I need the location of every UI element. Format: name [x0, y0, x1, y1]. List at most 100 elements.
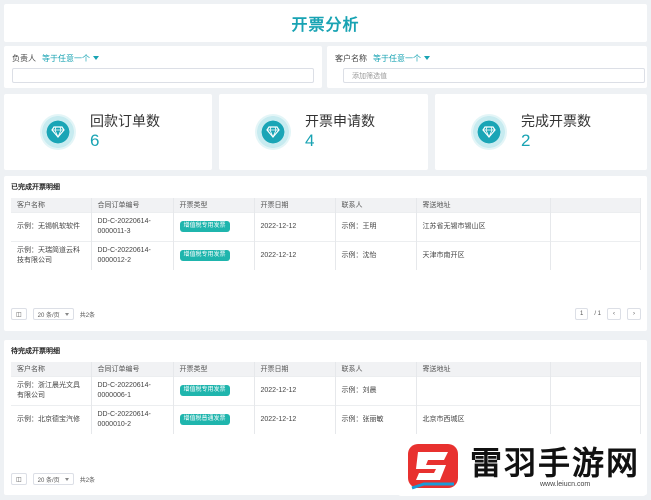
- total-count: 共2条: [79, 312, 96, 319]
- column-header-empty: [550, 362, 641, 376]
- cell-type: 增值税专用发票: [173, 211, 255, 241]
- filter-owner-label: 负责人: [12, 53, 36, 63]
- column-header[interactable]: 寄送地址: [416, 198, 551, 212]
- watermark-logo: 雷羽手游网 www.leiucn.com: [398, 436, 646, 496]
- watermark-url: www.leiucn.com: [540, 480, 591, 488]
- table-row[interactable]: 示例：北京德宝汽修 DD-C-20220614-0000010-2 增值税普通发…: [11, 404, 641, 434]
- cell-customer: 示例：无锡帆软软件: [11, 211, 92, 241]
- cell-empty: [550, 375, 641, 405]
- cell-order: DD-C-20220614-0000011-3: [91, 211, 174, 241]
- column-header[interactable]: 开票类型: [173, 362, 255, 376]
- kpi-value: 6: [90, 131, 100, 150]
- watermark-emblem-icon: [408, 444, 458, 490]
- diamond-icon: [40, 114, 76, 150]
- cell-date: 2022-12-12: [254, 375, 336, 405]
- cell-address: 江苏省无锡市锡山区: [416, 211, 551, 241]
- page-title: 开票分析: [291, 17, 360, 34]
- caret-down-icon: [64, 312, 69, 316]
- diamond-icon: [255, 114, 291, 150]
- column-header[interactable]: 合同订单编号: [91, 362, 174, 376]
- cell-contact: 示例：刘晨: [335, 375, 417, 405]
- column-header[interactable]: 开票日期: [254, 362, 336, 376]
- invoice-type-tag: 增值税普通发票: [179, 414, 230, 426]
- cell-type: 增值税普通发票: [173, 404, 255, 434]
- invoice-type-tag: 增值税专用发票: [179, 250, 230, 262]
- table-row[interactable]: 示例：浙江晨光文具有限公司 DD-C-20220614-0000006-1 增值…: [11, 375, 641, 405]
- cell-empty: [550, 240, 641, 270]
- page-size-value: 20 条/页: [37, 312, 60, 319]
- pagination: ◫ 20 条/页 共2条 1 / 1 ‹ ›: [11, 307, 641, 321]
- panel-title: 待完成开票明细: [11, 348, 60, 355]
- cell-address: [416, 375, 551, 405]
- cell-order: DD-C-20220614-0000010-2: [91, 404, 174, 434]
- table-row[interactable]: 示例：天瑞简道云科技有限公司 DD-C-20220614-0000012-2 增…: [11, 240, 641, 270]
- panel-title: 已完成开票明细: [11, 184, 60, 191]
- completed-invoices-panel: 已完成开票明细 客户名称 合同订单编号 开票类型 开票日期 联系人 寄送地址 示…: [4, 176, 647, 331]
- diamond-icon: [471, 114, 507, 150]
- column-header[interactable]: 联系人: [335, 198, 417, 212]
- page-size-value: 20 条/页: [37, 477, 60, 484]
- filter-customer-input[interactable]: 添加筛选值: [343, 68, 645, 83]
- column-settings-icon[interactable]: ◫: [11, 308, 27, 320]
- filter-customer: 客户名称 等于任意一个 添加筛选值: [327, 46, 647, 88]
- page-size-select[interactable]: 20 条/页: [32, 308, 74, 320]
- watermark-name: 雷羽手游网: [470, 443, 641, 482]
- pending-invoices-table: 客户名称 合同订单编号 开票类型 开票日期 联系人 寄送地址 示例：浙江晨光文具…: [11, 362, 641, 434]
- filter-customer-label: 客户名称: [335, 53, 367, 63]
- filter-owner-input[interactable]: [12, 68, 314, 83]
- cell-type: 增值税专用发票: [173, 240, 255, 270]
- kpi-label: 完成开票数: [521, 113, 591, 129]
- filter-customer-operator[interactable]: 等于任意一个: [373, 53, 430, 64]
- cell-empty: [550, 211, 641, 241]
- caret-down-icon: [424, 56, 430, 60]
- cell-customer: 示例：浙江晨光文具有限公司: [11, 375, 92, 405]
- column-header[interactable]: 联系人: [335, 362, 417, 376]
- kpi-value: 2: [521, 131, 531, 150]
- cell-date: 2022-12-12: [254, 240, 336, 270]
- column-settings-icon[interactable]: ◫: [11, 473, 27, 485]
- kpi-card-invoices-completed: 完成开票数 2: [435, 94, 647, 170]
- cell-type: 增值税专用发票: [173, 375, 255, 405]
- column-header[interactable]: 合同订单编号: [91, 198, 174, 212]
- invoice-type-tag: 增值税专用发票: [179, 221, 230, 232]
- kpi-card-payment-orders: 回款订单数 6: [4, 94, 212, 170]
- page-number-input[interactable]: 1: [574, 308, 589, 320]
- column-header[interactable]: 客户名称: [11, 362, 92, 376]
- completed-invoices-table: 客户名称 合同订单编号 开票类型 开票日期 联系人 寄送地址 示例：无锡帆软软件…: [11, 198, 641, 270]
- page-size-select[interactable]: 20 条/页: [32, 473, 74, 485]
- cell-date: 2022-12-12: [254, 211, 336, 241]
- filter-owner-operator-text: 等于任意一个: [42, 53, 90, 63]
- column-header[interactable]: 开票类型: [173, 198, 255, 212]
- kpi-label: 开票申请数: [305, 113, 375, 129]
- cell-empty: [550, 404, 641, 434]
- cell-contact: 示例：张丽敏: [335, 404, 417, 434]
- column-header[interactable]: 开票日期: [254, 198, 336, 212]
- total-count: 共2条: [79, 477, 96, 484]
- title-bar: 开票分析: [4, 4, 647, 42]
- filter-owner: 负责人 等于任意一个: [4, 46, 322, 88]
- column-header-empty: [550, 198, 641, 212]
- cell-address: 北京市西城区: [416, 404, 551, 434]
- cell-address: 天津市南开区: [416, 240, 551, 270]
- cell-customer: 示例：北京德宝汽修: [11, 404, 92, 434]
- cell-date: 2022-12-12: [254, 404, 336, 434]
- chevron-left-icon[interactable]: ‹: [607, 308, 621, 320]
- filter-customer-operator-text: 等于任意一个: [373, 53, 421, 63]
- cell-order: DD-C-20220614-0000006-1: [91, 375, 174, 405]
- invoice-type-tag: 增值税专用发票: [179, 385, 230, 396]
- cell-customer: 示例：天瑞简道云科技有限公司: [11, 240, 92, 270]
- page-total: / 1: [594, 311, 601, 317]
- cell-contact: 示例：沈怡: [335, 240, 417, 270]
- kpi-value: 4: [305, 131, 315, 150]
- chevron-right-icon[interactable]: ›: [627, 308, 641, 320]
- kpi-label: 回款订单数: [90, 113, 160, 129]
- caret-down-icon: [64, 477, 69, 481]
- column-header[interactable]: 寄送地址: [416, 362, 551, 376]
- caret-down-icon: [93, 56, 99, 60]
- cell-order: DD-C-20220614-0000012-2: [91, 240, 174, 270]
- filter-owner-operator[interactable]: 等于任意一个: [42, 53, 99, 64]
- column-header[interactable]: 客户名称: [11, 198, 92, 212]
- kpi-card-invoice-requests: 开票申请数 4: [219, 94, 428, 170]
- table-row[interactable]: 示例：无锡帆软软件 DD-C-20220614-0000011-3 增值税专用发…: [11, 211, 641, 241]
- cell-contact: 示例：王明: [335, 211, 417, 241]
